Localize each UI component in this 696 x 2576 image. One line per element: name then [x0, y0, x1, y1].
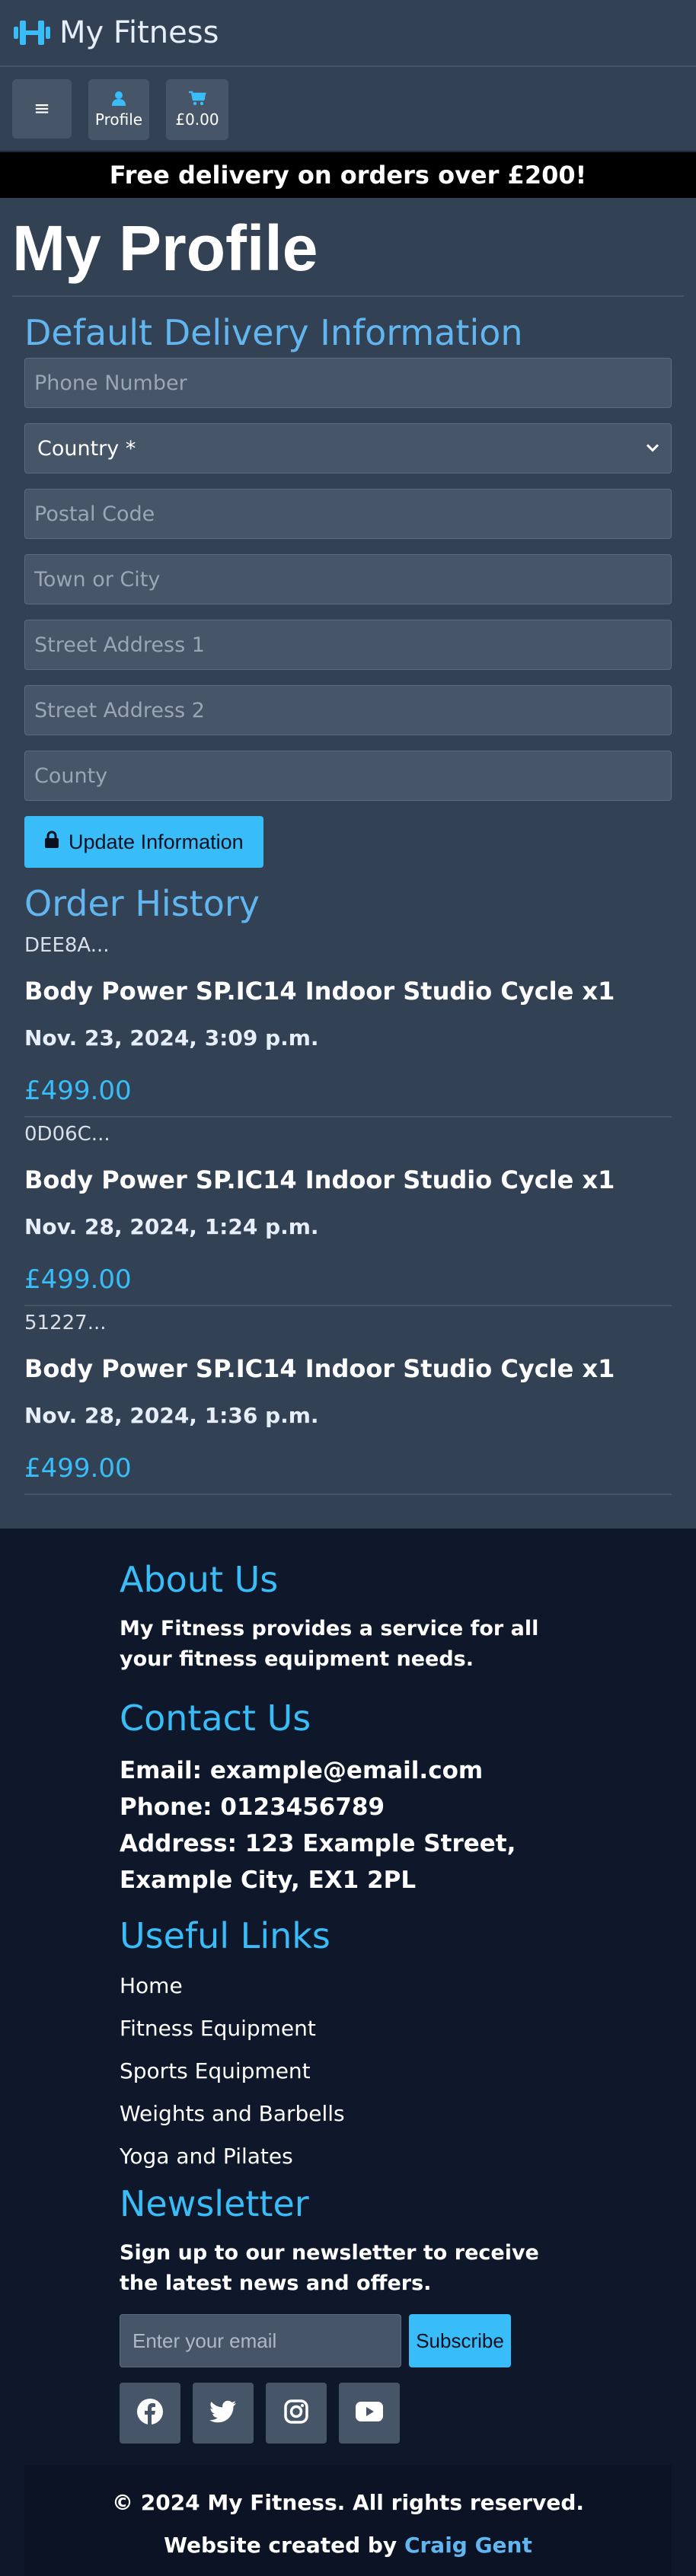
order-item[interactable]: DEE8A... Body Power SP.IC14 Indoor Studi…	[24, 929, 672, 1117]
profile-button[interactable]: Profile	[88, 79, 149, 140]
newsletter-email-input[interactable]	[120, 2314, 401, 2367]
hamburger-icon: ≡	[34, 97, 50, 120]
order-item[interactable]: 51227... Body Power SP.IC14 Indoor Studi…	[24, 1306, 672, 1495]
street-address-1-input[interactable]	[24, 620, 672, 670]
about-text: My Fitness provides a service for all yo…	[120, 1617, 539, 1671]
page-title: My Profile	[12, 212, 318, 284]
menu-button[interactable]: ≡	[12, 79, 72, 139]
country-select[interactable]: Country *	[24, 423, 672, 473]
footer-link-home[interactable]: Home	[120, 1973, 576, 1999]
order-product: Body Power SP.IC14 Indoor Studio Cycle x…	[24, 1165, 615, 1194]
profile-label: Profile	[94, 110, 143, 129]
page: My Fitness ≡ Profile £0.00 Free delivery…	[0, 0, 696, 2576]
order-total: £499.00	[24, 1076, 132, 1106]
banner-text: Free delivery on orders over £200!	[109, 161, 587, 190]
delivery-banner: Free delivery on orders over £200!	[0, 152, 696, 198]
youtube-link[interactable]	[339, 2383, 400, 2444]
order-history-section: Order History DEE8A... Body Power SP.IC1…	[12, 886, 684, 1495]
brand-name: My Fitness	[59, 15, 219, 50]
social-links	[120, 2383, 576, 2444]
top-navbar: My Fitness	[0, 0, 696, 67]
credit-prefix: Website created by	[164, 2533, 404, 2558]
contact-phone: Phone: 0123456789	[120, 1793, 385, 1821]
order-item[interactable]: 0D06C... Body Power SP.IC14 Indoor Studi…	[24, 1117, 672, 1306]
subscribe-button[interactable]: Subscribe	[409, 2314, 511, 2367]
order-date: Nov. 28, 2024, 1:36 p.m.	[24, 1403, 319, 1428]
copyright-text: © 2024 My Fitness. All rights reserved.	[111, 2490, 585, 2515]
footer-link-sports-equipment[interactable]: Sports Equipment	[120, 2058, 576, 2084]
useful-links-heading: Useful Links	[120, 1915, 330, 1956]
order-history-heading: Order History	[24, 883, 260, 924]
cart-total: £0.00	[175, 110, 219, 129]
twitter-icon	[209, 2400, 237, 2426]
dumbbell-icon	[12, 18, 52, 48]
town-city-input[interactable]	[24, 554, 672, 604]
chevron-down-icon	[646, 442, 659, 456]
newsletter-form: Subscribe	[120, 2314, 576, 2367]
footer-link-weights-barbells[interactable]: Weights and Barbells	[120, 2101, 576, 2127]
newsletter-heading: Newsletter	[120, 2183, 309, 2224]
instagram-icon	[283, 2399, 309, 2428]
credit-line: Website created by Craig Gent	[24, 2524, 672, 2567]
cart-icon	[188, 91, 206, 106]
order-number[interactable]: 51227...	[24, 1306, 672, 1340]
cart-button[interactable]: £0.00	[166, 79, 228, 140]
profile-main: My Profile Default Delivery Information …	[0, 198, 696, 1529]
instagram-link[interactable]	[266, 2383, 327, 2444]
site-footer: About Us My Fitness provides a service f…	[0, 1529, 696, 2576]
about-heading: About Us	[120, 1559, 279, 1600]
country-select-value: Country *	[24, 423, 672, 473]
twitter-link[interactable]	[193, 2383, 254, 2444]
facebook-link[interactable]	[120, 2383, 180, 2444]
order-number[interactable]: DEE8A...	[24, 929, 672, 962]
county-input[interactable]	[24, 751, 672, 801]
delivery-heading: Default Delivery Information	[24, 312, 523, 353]
toolbar: ≡ Profile £0.00	[0, 67, 696, 152]
contact-address: Address: 123 Example Street, Example Cit…	[120, 1830, 516, 1894]
youtube-icon	[355, 2401, 384, 2425]
brand-logo[interactable]: My Fitness	[12, 18, 219, 48]
update-information-label: Update Information	[69, 830, 244, 853]
order-product: Body Power SP.IC14 Indoor Studio Cycle x…	[24, 977, 615, 1006]
delivery-section: Default Delivery Information Country *	[12, 315, 684, 868]
footer-content: About Us My Fitness provides a service f…	[120, 1529, 576, 2444]
user-icon	[111, 91, 126, 106]
contact-email: Email: example@email.com	[120, 1757, 484, 1784]
street-address-2-input[interactable]	[24, 685, 672, 735]
postal-code-input[interactable]	[24, 489, 672, 539]
order-date: Nov. 23, 2024, 3:09 p.m.	[24, 1025, 319, 1050]
order-number[interactable]: 0D06C...	[24, 1117, 672, 1151]
lock-icon	[44, 831, 59, 854]
footer-link-yoga-pilates[interactable]: Yoga and Pilates	[120, 2144, 576, 2170]
phone-number-input[interactable]	[24, 358, 672, 408]
useful-links-list: Home Fitness Equipment Sports Equipment …	[120, 1973, 576, 2170]
credit-author-link[interactable]: Craig Gent	[404, 2533, 532, 2558]
order-total: £499.00	[24, 1453, 132, 1484]
update-information-button[interactable]: Update Information	[24, 816, 263, 868]
footer-link-fitness-equipment[interactable]: Fitness Equipment	[120, 2016, 576, 2042]
order-product: Body Power SP.IC14 Indoor Studio Cycle x…	[24, 1354, 615, 1383]
newsletter-text: Sign up to our newsletter to receive the…	[120, 2241, 539, 2295]
order-date: Nov. 28, 2024, 1:24 p.m.	[24, 1214, 319, 1239]
order-total: £499.00	[24, 1264, 132, 1295]
contact-heading: Contact Us	[120, 1698, 311, 1739]
title-divider	[12, 295, 684, 297]
copyright-bar: © 2024 My Fitness. All rights reserved. …	[24, 2465, 672, 2576]
facebook-icon	[136, 2398, 164, 2428]
